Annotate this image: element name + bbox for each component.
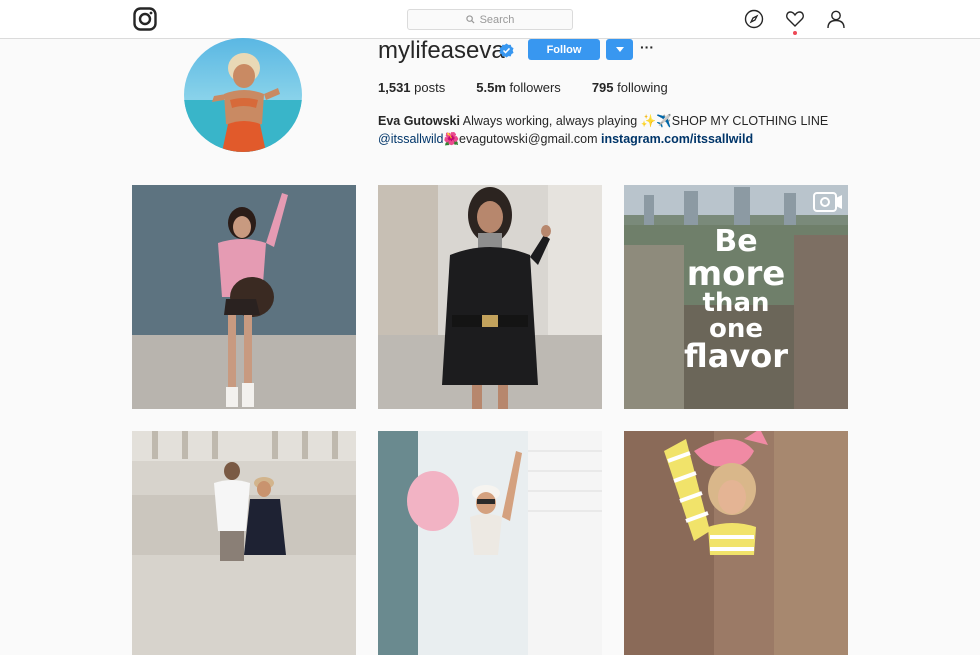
post-thumbnail[interactable] [132,431,356,655]
stat-following[interactable]: 795 following [592,80,668,95]
followers-label: followers [509,80,561,95]
more-options-icon[interactable]: ··· [640,40,654,56]
profile-stats: 1,531 posts 5.5m followers 795 following [378,80,699,95]
search-input[interactable]: Search [407,9,573,30]
heart-icon[interactable] [785,9,805,29]
search-placeholder: Search [479,13,515,26]
bio-email: 🌺evagutowski@gmail.com [443,132,601,146]
post-thumbnail[interactable] [624,431,848,655]
following-label: following [617,80,668,95]
profile-full-name: Eva Gutowski [378,114,460,128]
stat-posts: 1,531 posts [378,80,445,95]
post-thumbnail[interactable] [132,185,356,409]
posts-count: 1,531 [378,80,411,95]
bio-line-1: Eva Gutowski Always working, always play… [378,112,828,130]
top-nav-bar: Search [0,0,980,39]
bio-line-2: @itssallwild🌺evagutowski@gmail.com insta… [378,130,828,148]
post-thumbnail[interactable] [378,431,602,655]
suggestions-dropdown-button[interactable] [606,39,633,60]
posts-label: posts [414,80,446,95]
profile-bio: Eva Gutowski Always working, always play… [378,112,828,148]
follow-button[interactable]: Follow [528,39,600,60]
verified-badge-icon [499,43,514,58]
followers-count: 5.5m [476,80,506,95]
instagram-logo-icon[interactable] [133,7,157,31]
profile-avatar[interactable] [184,38,302,152]
stat-followers[interactable]: 5.5m followers [476,80,561,95]
post-video-thumbnail[interactable]: Be more than one flavor [624,185,848,409]
search-icon [465,15,475,24]
notification-dot [793,31,797,35]
svg-text:flavor: flavor [684,337,788,375]
profile-username: mylifeaseva [378,37,505,64]
bio-mention-link[interactable]: @itssallwild [378,132,443,146]
following-count: 795 [591,80,614,95]
compass-icon[interactable] [744,9,764,29]
bio-website-link[interactable]: instagram.com/itssallwild [601,132,753,146]
post-thumbnail[interactable] [378,185,602,409]
bio-tagline: Always working, always playing ✨✈️SHOP M… [459,114,829,128]
chevron-down-icon [615,46,624,52]
person-icon[interactable] [826,9,846,29]
